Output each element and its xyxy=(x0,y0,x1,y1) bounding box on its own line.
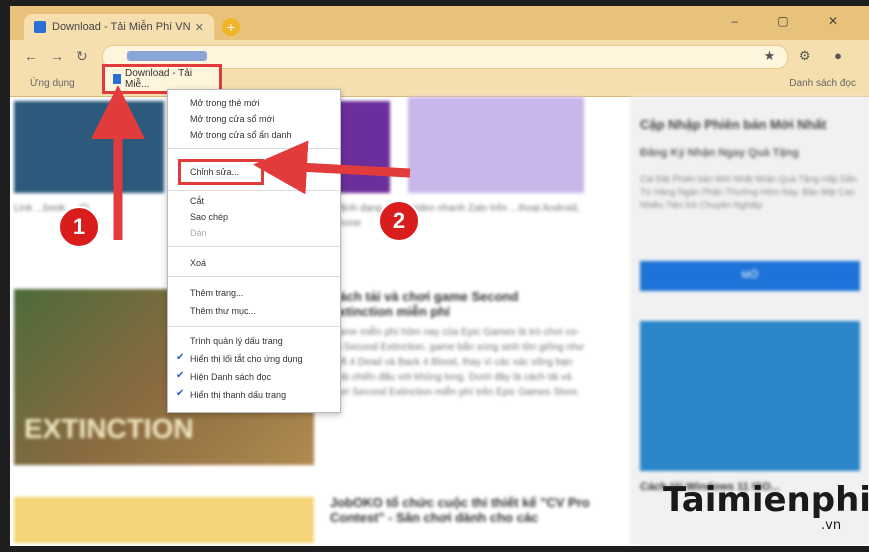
taimienphi-watermark: Taimienphi .vn xyxy=(663,480,869,533)
watermark-suffix: .vn xyxy=(821,518,842,533)
screenshot-frame: Download - Tải Miễn Phí VN ✕ + – ▢ ✕ ← →… xyxy=(0,0,869,552)
annotation-arrows xyxy=(91,85,411,240)
step-1-badge: 1 xyxy=(58,206,100,248)
step-2-badge: 2 xyxy=(378,200,420,242)
watermark-brand: Taimienphi xyxy=(663,480,869,520)
arrow-left-to-edit xyxy=(253,140,411,195)
